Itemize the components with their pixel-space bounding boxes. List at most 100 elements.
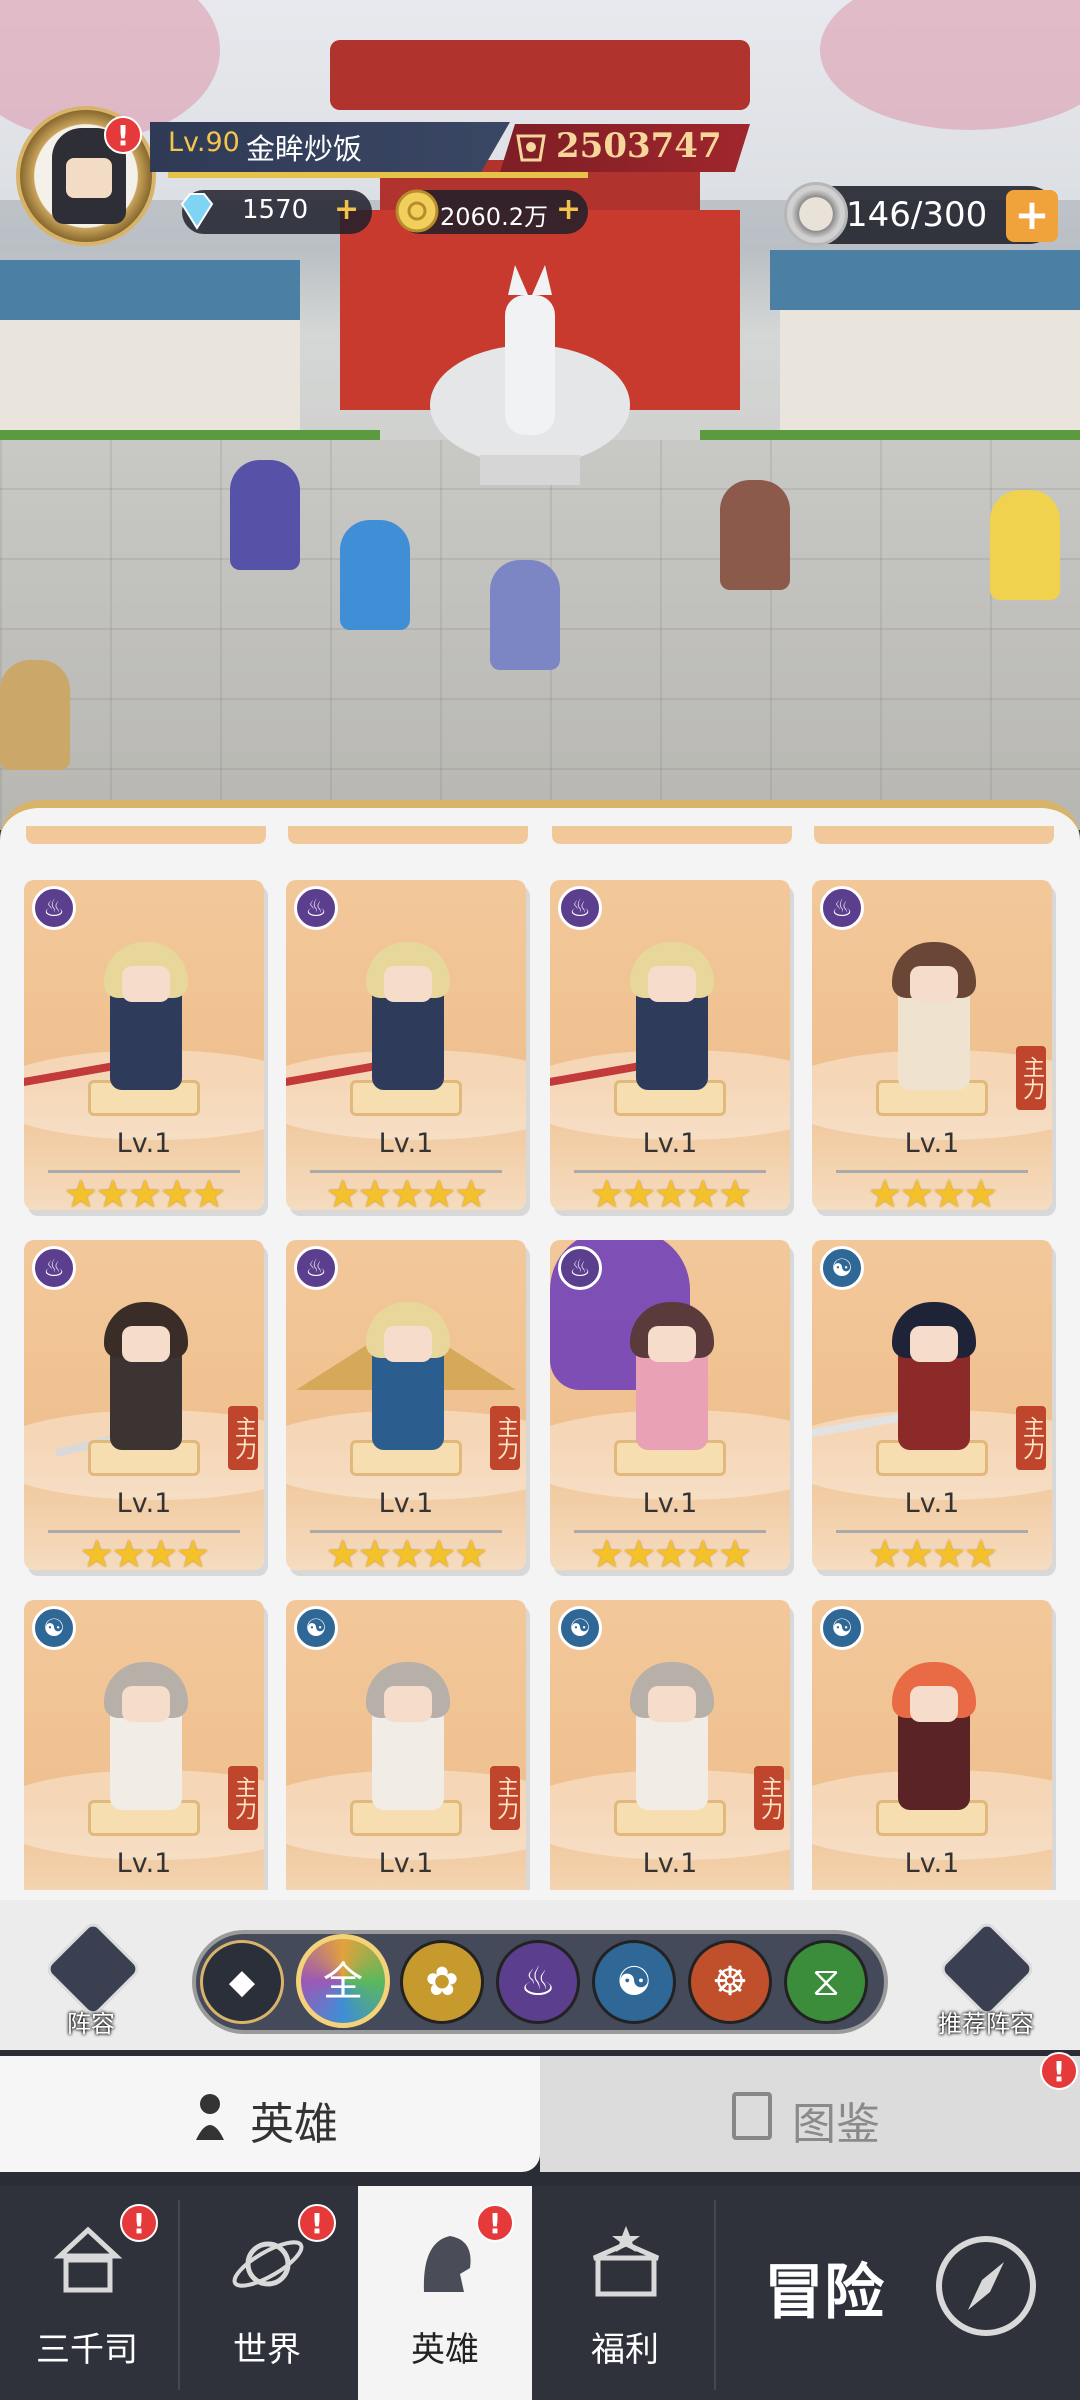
- compass-needle: [968, 2262, 1004, 2310]
- nav-label: 世界: [233, 2330, 301, 2370]
- hero-card[interactable]: ☯ Lv.1: [812, 1600, 1052, 1890]
- hero-level: Lv.1: [642, 1848, 698, 1879]
- card-partial: [288, 826, 528, 844]
- nav-item-welfare[interactable]: 福利: [538, 2186, 712, 2400]
- recommend-formation-button[interactable]: 推荐阵容: [930, 1919, 1040, 2038]
- hero-card[interactable]: ♨ 主力 Lv.1 ★★★★: [24, 1240, 264, 1570]
- hero-sprite: [720, 480, 790, 590]
- main-force-tag: 主力: [228, 1406, 258, 1470]
- hero-face: [648, 966, 696, 1002]
- meditate-filter-icon[interactable]: ☸: [688, 1940, 772, 2024]
- combat-power: 2503747: [556, 126, 722, 166]
- hero-card[interactable]: ♨ Lv.1 ★★★★★: [286, 880, 526, 1210]
- nav-alert-badge: !: [298, 2204, 336, 2242]
- stamina-icon: [784, 182, 848, 246]
- hero-stars: ★★★★★: [325, 1532, 488, 1570]
- hero-face: [648, 1326, 696, 1362]
- hero-sprite: [0, 660, 70, 770]
- codex-icon: [732, 2092, 772, 2140]
- hero-level: Lv.1: [378, 1848, 434, 1879]
- all-filter-button[interactable]: 全: [296, 1934, 390, 2028]
- hero-card[interactable]: ☯ 主力 Lv.1: [24, 1600, 264, 1890]
- hero-stars: ★★★★★: [325, 1172, 488, 1210]
- lotus-filter-icon[interactable]: ✿: [400, 1940, 484, 2024]
- avatar-alert-badge: !: [104, 116, 142, 154]
- hero-face: [384, 1686, 432, 1722]
- left-building-wall: [0, 320, 300, 430]
- water-element-icon: ☯: [32, 1606, 76, 1650]
- hero-card[interactable]: ☯ 主力 Lv.1: [550, 1600, 790, 1890]
- pagoda-icon: [53, 2226, 123, 2293]
- left-building-roof: [0, 260, 300, 320]
- fire-element-icon: ♨: [558, 886, 602, 930]
- diamond-plus-icon[interactable]: +: [334, 192, 359, 227]
- main-force-tag: 主力: [1016, 1406, 1046, 1470]
- main-force-tag: 主力: [754, 1766, 784, 1830]
- gift-box-icon: [592, 2226, 660, 2297]
- hero-sprite: [490, 560, 560, 670]
- fire-filter-icon[interactable]: ♨: [496, 1940, 580, 2024]
- hero-face: [384, 966, 432, 1002]
- hero-card[interactable]: ♨ Lv.1 ★★★★★: [24, 880, 264, 1210]
- compass-icon: [936, 2236, 1036, 2336]
- dna-filter-icon[interactable]: ⧖: [784, 1940, 868, 2024]
- main-force-tag: 主力: [1016, 1046, 1046, 1110]
- hero-sprite: [340, 520, 410, 630]
- fire-element-icon: ♨: [32, 1246, 76, 1290]
- hero-level: Lv.1: [116, 1128, 172, 1159]
- hero-sprite: [990, 490, 1060, 600]
- hero-card[interactable]: ☯ 主力 Lv.1: [286, 1600, 526, 1890]
- water-filter-icon[interactable]: ☯: [592, 1940, 676, 2024]
- card-partial: [26, 826, 266, 844]
- nav-alert-badge: !: [120, 2204, 158, 2242]
- hero-card[interactable]: ♨ Lv.1 ★★★★★: [550, 1240, 790, 1570]
- nav-label: 三千司: [36, 2330, 138, 2370]
- right-building-wall: [780, 310, 1080, 430]
- hero-card[interactable]: ♨ Lv.1 ★★★★★: [550, 880, 790, 1210]
- hero-tab-icon: [196, 2094, 224, 2140]
- recommend-formation-label: 推荐阵容: [938, 2010, 1034, 2038]
- player-name: 金眸炒饭: [246, 132, 363, 166]
- card-partial: [552, 826, 792, 844]
- water-element-icon: ☯: [294, 1606, 338, 1650]
- hero-card[interactable]: ♨ 主力 Lv.1 ★★★★★: [286, 1240, 526, 1570]
- nav-alert-badge: !: [476, 2204, 514, 2242]
- hero-face: [910, 966, 958, 1002]
- sort-filter-icon[interactable]: ◆: [200, 1940, 284, 2024]
- fire-element-icon: ♨: [32, 886, 76, 930]
- hero-level: Lv.1: [378, 1488, 434, 1519]
- hero-level: Lv.1: [904, 1128, 960, 1159]
- hero-level: Lv.1: [116, 1848, 172, 1879]
- fire-element-icon: ♨: [558, 1246, 602, 1290]
- player-level: Lv.90: [168, 127, 240, 158]
- nav-label: 福利: [591, 2330, 659, 2370]
- codex-alert-badge: !: [1040, 2052, 1078, 2090]
- hero-stars: ★★★★: [79, 1532, 210, 1570]
- hero-stars: ★★★★: [867, 1172, 998, 1210]
- formation-button[interactable]: 阵容: [36, 1919, 146, 2038]
- fire-element-icon: ♨: [294, 1246, 338, 1290]
- hero-head-icon: [423, 2236, 471, 2292]
- hero-level: Lv.1: [116, 1488, 172, 1519]
- adventure-label: 冒险: [764, 2258, 884, 2328]
- hero-face: [384, 1326, 432, 1362]
- power-icon: [516, 134, 546, 162]
- stamina-plus-button[interactable]: +: [1006, 190, 1058, 242]
- water-element-icon: ☯: [820, 1246, 864, 1290]
- hero-card[interactable]: ♨ 主力 Lv.1 ★★★★: [812, 880, 1052, 1210]
- hero-level: Lv.1: [378, 1128, 434, 1159]
- hero-stars: ★★★★★: [63, 1172, 226, 1210]
- gold-plus-icon[interactable]: +: [556, 192, 581, 227]
- water-element-icon: ☯: [820, 1606, 864, 1650]
- hero-stars: ★★★★★: [589, 1172, 752, 1210]
- hero-face: [910, 1686, 958, 1722]
- gold-amount: 2060.2万: [440, 203, 548, 231]
- formation-label: 阵容: [67, 2010, 115, 2038]
- diamond-amount: 1570: [242, 195, 309, 225]
- hero-face: [910, 1326, 958, 1362]
- hero-face: [122, 966, 170, 1002]
- nav-label: 英雄: [411, 2330, 479, 2370]
- main-force-tag: 主力: [228, 1766, 258, 1830]
- hero-card[interactable]: ☯ 主力 Lv.1 ★★★★: [812, 1240, 1052, 1570]
- coin-icon: [395, 189, 439, 233]
